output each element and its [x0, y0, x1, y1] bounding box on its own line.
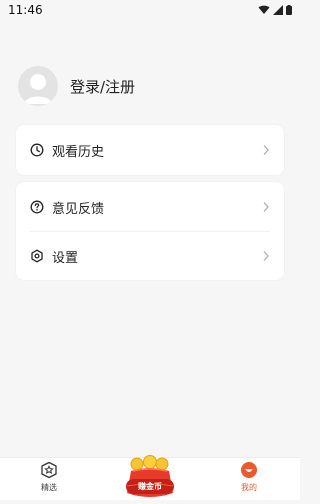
signal-icon [273, 5, 283, 15]
menu-item-feedback[interactable]: 意见反馈 [16, 183, 284, 231]
wifi-icon [258, 5, 270, 14]
question-circle-icon [30, 200, 44, 214]
smile-icon [241, 462, 257, 478]
tab-earn-coins[interactable]: 赚金币 [115, 455, 185, 500]
chevron-right-icon [262, 201, 270, 213]
history-card: 观看历史 [16, 125, 284, 175]
chevron-right-icon [262, 144, 270, 156]
battery-icon [286, 5, 292, 15]
status-icons [258, 5, 292, 15]
tab-featured[interactable]: 精选 [19, 461, 79, 497]
menu-item-label: 设置 [52, 250, 79, 266]
settings-card: 意见反馈 设置 [16, 182, 284, 280]
menu-item-settings[interactable]: 设置 [16, 232, 284, 280]
menu-item-history[interactable]: 观看历史 [16, 126, 284, 174]
user-avatar-icon [24, 74, 52, 104]
gear-icon [30, 249, 44, 263]
status-bar: 11:46 [0, 0, 300, 20]
profile-header[interactable]: 登录/注册 [18, 66, 135, 106]
tab-label: 精选 [41, 483, 57, 492]
tab-mine[interactable]: 我的 [219, 461, 279, 497]
tab-label: 我的 [241, 483, 257, 492]
tab-label: 赚金币 [138, 482, 162, 491]
menu-item-label: 观看历史 [52, 144, 105, 160]
clock-icon [30, 143, 44, 157]
chevron-right-icon [262, 250, 270, 262]
star-box-icon [41, 461, 57, 479]
menu-item-label: 意见反馈 [52, 201, 105, 217]
login-register-link[interactable]: 登录/注册 [70, 76, 135, 97]
status-time: 11:46 [8, 3, 43, 17]
avatar[interactable] [18, 66, 58, 106]
